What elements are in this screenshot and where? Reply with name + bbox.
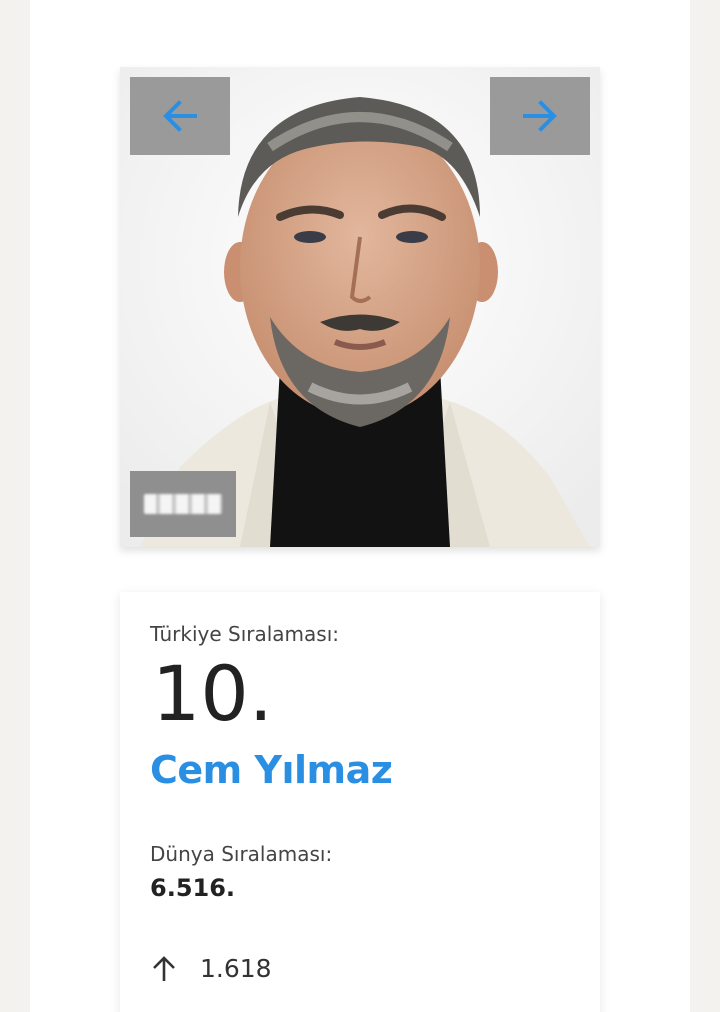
blurred-logo-mark (144, 494, 222, 514)
previous-photo-button[interactable] (130, 77, 230, 155)
rank-change-value: 1.618 (200, 954, 272, 983)
turkey-rank-label: Türkiye Sıralaması: (150, 622, 340, 646)
arrow-up-icon (153, 955, 175, 981)
world-rank-value: 6.516. (150, 874, 236, 902)
ranking-card: Türkiye Sıralaması: 10. Cem Yılmaz Dünya… (120, 592, 600, 1012)
world-rank-label: Dünya Sıralaması: (150, 842, 333, 866)
arrow-right-icon (523, 100, 557, 132)
next-photo-button[interactable] (490, 77, 590, 155)
arrow-left-icon (163, 100, 197, 132)
watermark-logo (130, 471, 236, 537)
rank-change: 1.618 (150, 954, 272, 983)
turkey-rank-value: 10. (152, 649, 273, 738)
person-name[interactable]: Cem Yılmaz (150, 748, 393, 792)
